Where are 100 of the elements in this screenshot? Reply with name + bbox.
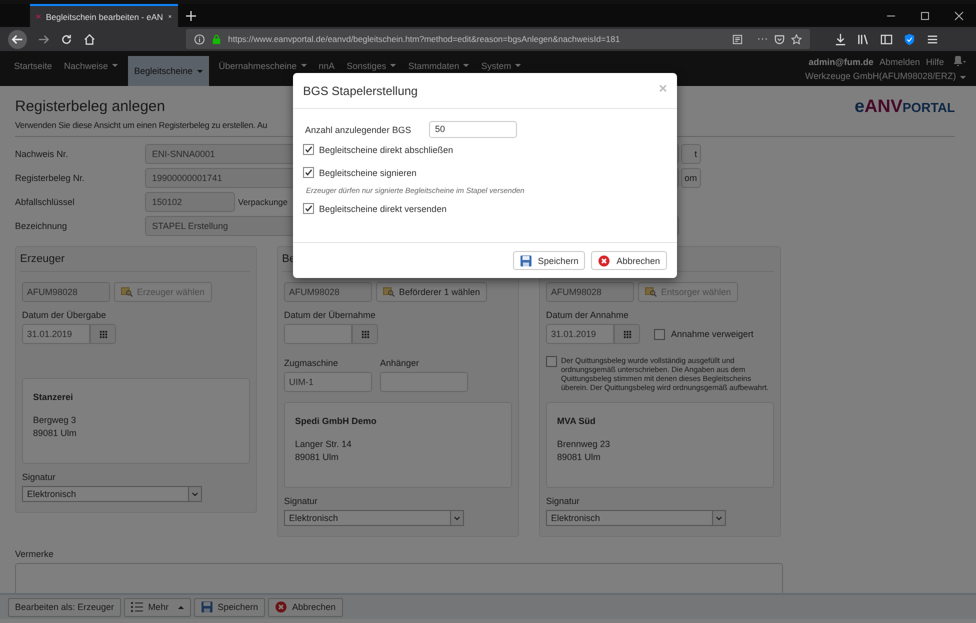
chevron-down-icon (715, 514, 723, 522)
chevron-down-icon (453, 514, 461, 522)
cancel-icon (598, 254, 610, 266)
nav-menu-item[interactable]: Stammdaten (402, 51, 476, 86)
field-label: Signatur (284, 496, 319, 506)
checkbox-label: Annahme verweigert (671, 329, 754, 339)
dialog-button[interactable]: Speichern (512, 251, 586, 270)
side-button[interactable]: t (681, 144, 701, 164)
field-label: Nachweis Nr. (15, 149, 70, 159)
input-field[interactable]: UIM-1 (284, 372, 372, 392)
date-field[interactable] (284, 324, 352, 344)
date-field[interactable]: 31.01.2019 (22, 324, 90, 344)
field-label: Abfallschlüssel (15, 197, 76, 207)
nav-menu-item[interactable]: Übernahmescheine (212, 51, 313, 86)
nav-menu-item[interactable]: System (475, 51, 528, 86)
close-icon[interactable] (954, 10, 964, 20)
new-tab-icon[interactable] (186, 10, 196, 20)
input-field[interactable]: 150102 (145, 192, 235, 212)
close-button[interactable]: × (658, 80, 667, 96)
maximize-icon[interactable] (920, 10, 930, 20)
input-field[interactable]: AFUM98028 (22, 282, 110, 302)
waste-description: Verpackunge (238, 197, 288, 207)
more-actions-button[interactable]: ··· (757, 33, 768, 45)
user-email[interactable]: admin@fum.de (808, 57, 874, 67)
toolbar-button[interactable]: Abbrechen (268, 598, 343, 616)
nav-link[interactable]: Abmelden (879, 57, 920, 67)
field-label: Registerbeleg Nr. (15, 173, 86, 183)
menu-icon[interactable] (926, 32, 939, 46)
address-line: Langer Str. 14 (295, 438, 353, 451)
checkbox[interactable] (546, 356, 557, 367)
field-label: Bezeichnung (15, 221, 68, 231)
toolbar-button[interactable]: Bearbeiten als: Erzeuger (8, 598, 122, 616)
forward-icon[interactable] (37, 32, 50, 46)
input-field[interactable]: 50 (429, 121, 517, 138)
search-icon (645, 286, 657, 298)
calendar-button[interactable] (90, 324, 116, 344)
calendar-button[interactable] (352, 324, 378, 344)
info-icon[interactable] (194, 34, 205, 44)
page-description: Verwenden Sie diese Ansicht um einen Registerbeleg zu erstellen. Au (15, 120, 268, 130)
nav-menu-item[interactable]: Nachweise (58, 51, 124, 86)
sidebar-icon[interactable] (880, 32, 893, 46)
company-name: MVA Süd (557, 415, 596, 428)
company-name: Spedi GmbH Demo (295, 415, 378, 428)
choose-button[interactable]: Beförderer 1 wählen (376, 282, 488, 302)
star-icon[interactable] (791, 34, 802, 44)
nav-menu-item[interactable]: Sonstiges (340, 51, 402, 86)
chevron-down-icon (191, 490, 199, 498)
field-label: Vermerke (15, 549, 55, 559)
company-name: Stanzerei (33, 391, 74, 404)
checkbox-label: Begleitscheine direkt versenden (319, 204, 447, 214)
back-icon[interactable] (8, 30, 27, 48)
library-icon[interactable] (857, 32, 870, 46)
nav-menu-item[interactable]: Startseite (8, 51, 58, 86)
field-label: Datum der Annahme (546, 310, 630, 320)
search-icon (383, 286, 395, 298)
address-line: 89081 Ulm (33, 427, 78, 440)
search-icon (121, 286, 133, 298)
toolbar-button[interactable]: Mehr (124, 598, 191, 616)
checkbox[interactable] (303, 167, 314, 178)
checkbox-label: Begleitscheine signieren (319, 168, 417, 178)
nav-link[interactable]: Hilfe (926, 57, 944, 67)
grid-icon (622, 330, 632, 338)
toolbar-button[interactable]: Speichern (194, 598, 266, 616)
address-bar[interactable]: https://www.eanvportal.de/eanvd/begleitschein.htm?method=edit&reason=bgsAnlegen&nachweisId=181 ··· (186, 29, 810, 49)
nav-menu-item[interactable]: Begleitscheine (128, 56, 209, 86)
field-label: Signatur (22, 472, 57, 482)
pocket-icon[interactable] (774, 34, 785, 44)
field-label: Signatur (546, 496, 581, 506)
input-field[interactable]: AFUM98028 (546, 282, 634, 302)
panel-heading: Erzeuger (20, 253, 65, 265)
reader-view-icon[interactable] (732, 34, 743, 44)
input-field[interactable]: AFUM98028 (284, 282, 372, 302)
field-label: Datum der Übergabe (22, 310, 108, 320)
calendar-button[interactable] (614, 324, 640, 344)
dialog-button[interactable]: Abbrechen (591, 251, 667, 270)
input-field[interactable] (380, 372, 468, 392)
signature-select[interactable]: Elektronisch (546, 510, 726, 526)
checkbox[interactable] (303, 203, 314, 214)
address-line: Bergweg 3 (33, 414, 78, 427)
field-label: Anzahl anzulegender BGS (304, 124, 412, 134)
remarks-field[interactable] (15, 563, 783, 593)
signature-select[interactable]: Elektronisch (22, 486, 202, 502)
shield-icon[interactable] (903, 32, 916, 46)
side-button[interactable]: om (681, 168, 701, 188)
logo: eANVPORTAL (854, 96, 955, 117)
home-icon[interactable] (83, 32, 96, 46)
dialog-title: BGS Stapelerstellung (303, 84, 418, 98)
checkbox[interactable] (654, 328, 665, 340)
lock-icon (211, 34, 222, 44)
browser-tab[interactable]: Begleitschein bearbeiten - eAN (30, 4, 178, 27)
cancel-icon (275, 601, 288, 613)
checkbox[interactable] (303, 144, 314, 155)
field-label: Anhänger (380, 358, 420, 368)
organization-menu[interactable]: Werkzeuge GmbH(AFUM98028/ERZ) (805, 71, 966, 81)
reload-icon[interactable] (60, 32, 73, 46)
download-icon[interactable] (834, 32, 847, 46)
signature-select[interactable]: Elektronisch (284, 510, 464, 526)
checkbox-label: Begleitscheine direkt abschließen (319, 144, 454, 154)
date-field[interactable]: 31.01.2019 (546, 324, 614, 344)
address-line: 89081 Ulm (295, 451, 340, 464)
